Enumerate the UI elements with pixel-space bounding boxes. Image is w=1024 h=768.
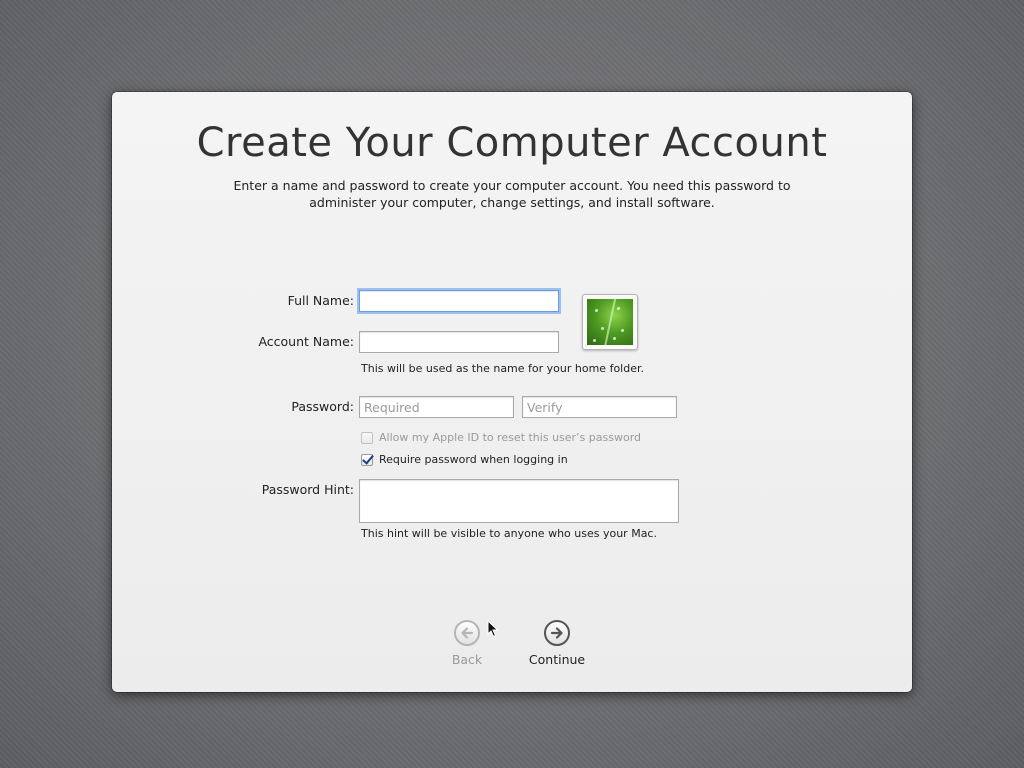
apple-id-reset-label: Allow my Apple ID to reset this user’s p… [379,431,642,444]
apple-id-reset-checkbox [361,431,373,444]
page-title: Create Your Computer Account [196,120,828,166]
back-label: Back [451,652,483,667]
require-password-label: Require password when logging in [379,453,568,466]
continue-button[interactable]: Continue [522,620,592,667]
forward-arrow-icon [544,620,570,646]
page-subtitle: Enter a name and password to create your… [233,178,791,210]
back-arrow-icon [454,620,480,646]
mouse-pointer-icon [487,619,499,642]
verify-password-input[interactable] [522,396,677,418]
continue-label: Continue [528,652,586,667]
account-name-input[interactable] [359,331,559,353]
apple-id-reset-checkbox-row: Allow my Apple ID to reset this user’s p… [361,431,641,444]
require-password-checkbox[interactable] [361,453,373,466]
leaf-picture-icon [587,299,633,345]
password-hint-label: Password Hint: [261,482,354,497]
account-name-note: This will be used as the name for your h… [361,362,644,375]
password-input[interactable] [359,396,514,418]
full-name-input[interactable] [359,290,559,312]
password-hint-note: This hint will be visible to anyone who … [361,527,657,540]
user-picture-button[interactable] [582,294,638,350]
setup-assistant-panel: Create Your Computer Account Enter a nam… [112,92,912,692]
require-password-checkbox-row[interactable]: Require password when logging in [361,453,568,466]
password-label: Password: [291,399,354,414]
password-hint-input[interactable] [359,479,679,523]
full-name-label: Full Name: [287,293,354,308]
account-name-label: Account Name: [258,334,354,349]
